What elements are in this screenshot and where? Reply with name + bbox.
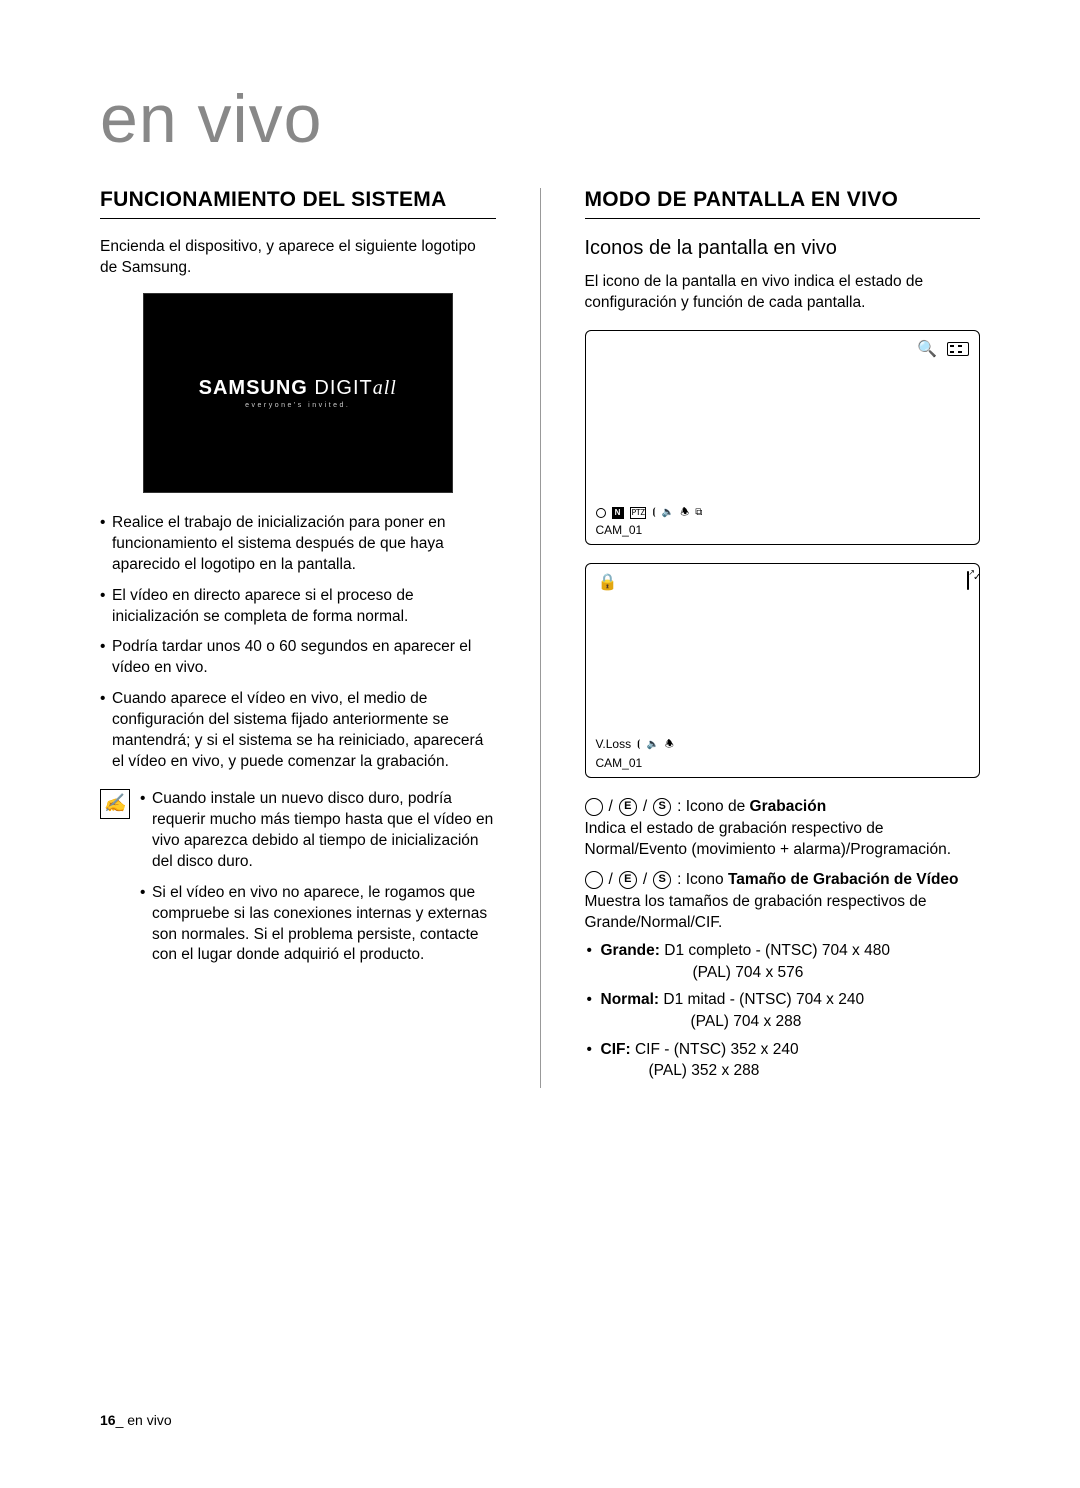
- record-indicator-icon: [596, 508, 606, 518]
- speaker-icon: 🔈: [646, 738, 658, 752]
- size-circle-icon: [585, 871, 603, 889]
- speaker-icon: 🔈: [662, 506, 674, 520]
- record-circle-icon: [585, 798, 603, 816]
- bullet-item: Realice el trabajo de inicialización par…: [100, 513, 496, 576]
- size-grande: Grande: D1 completo - (NTSC) 704 x 480 (…: [585, 940, 981, 983]
- size-normal-pal: (PAL) 704 x 288: [601, 1011, 981, 1033]
- column-divider: [540, 188, 541, 1088]
- live-screen-diagram-1: 🔍 N PTZ ⦗ 🔈 🕭 ⧉ CAM_01: [585, 330, 981, 545]
- legend-slash: /: [643, 796, 647, 818]
- lock-icon: 🔒: [598, 572, 618, 592]
- note-block: ✍ Cuando instale un nuevo disco duro, po…: [100, 789, 496, 976]
- bullet-item: Podría tardar unos 40 o 60 segundos en a…: [100, 637, 496, 679]
- splash-brand-digit: DIGIT: [308, 377, 373, 399]
- sound-wave-icon: ⦗: [637, 738, 640, 752]
- splash-brand-all: all: [373, 377, 397, 399]
- ptz-icon: PTZ: [630, 507, 647, 520]
- bullet-item: El vídeo en directo aparece si el proces…: [100, 586, 496, 628]
- record-e-icon: E: [619, 798, 637, 816]
- subsection-heading-iconos: Iconos de la pantalla en vivo: [585, 237, 981, 260]
- size-n-icon: N: [612, 507, 624, 519]
- page-title: en vivo: [100, 80, 980, 158]
- size-cif-pal: (PAL) 352 x 288: [601, 1060, 981, 1082]
- legend-slash: /: [609, 796, 613, 818]
- column-right: MODO DE PANTALLA EN VIVO Iconos de la pa…: [585, 188, 981, 1088]
- size-cif: CIF: CIF - (NTSC) 352 x 240 (PAL) 352 x …: [585, 1039, 981, 1082]
- column-left: FUNCIONAMIENTO DEL SISTEMA Encienda el d…: [100, 188, 496, 1088]
- record-s-icon: S: [653, 798, 671, 816]
- alarm-icon: 🕭: [680, 506, 689, 520]
- alarm-icon: 🕭: [665, 738, 674, 752]
- screen1-top-right-icons: 🔍: [917, 339, 969, 359]
- zoom-icon: 🔍: [917, 339, 937, 359]
- splash-brand: SAMSUNG DIGITall: [199, 377, 397, 400]
- legend-recording-label: : Icono de Grabación: [677, 796, 826, 818]
- legend-size-row: / E / S : Icono Tamaño de Grabación de V…: [585, 869, 981, 891]
- sound-wave-icon: ⦗: [652, 506, 655, 520]
- size-normal: Normal: D1 mitad - (NTSC) 704 x 240 (PAL…: [585, 989, 981, 1032]
- legend-slash: /: [643, 869, 647, 891]
- legend-slash: /: [609, 869, 613, 891]
- screen2-status-icon-row: V.Loss ⦗ 🔈 🕭: [596, 736, 674, 752]
- note-item: Cuando instale un nuevo disco duro, podr…: [140, 789, 496, 873]
- live-screen-diagram-2: 🔒 ↗ V.Loss ⦗ 🔈 🕭 CAM_01: [585, 563, 981, 778]
- section-heading-funcionamiento: FUNCIONAMIENTO DEL SISTEMA: [100, 188, 496, 219]
- screen2-bottom-overlay: V.Loss ⦗ 🔈 🕭 CAM_01: [596, 736, 674, 770]
- iconos-description: El icono de la pantalla en vivo indica e…: [585, 272, 981, 314]
- legend-recording-desc: Indica el estado de grabación respectivo…: [585, 818, 981, 861]
- freeze-icon: ⧉: [695, 506, 702, 520]
- bullet-item: Cuando aparece el vídeo en vivo, el medi…: [100, 689, 496, 773]
- size-list: Grande: D1 completo - (NTSC) 704 x 480 (…: [585, 940, 981, 1082]
- size-grande-pal: (PAL) 704 x 576: [601, 962, 981, 984]
- section-heading-modo: MODO DE PANTALLA EN VIVO: [585, 188, 981, 219]
- footer-separator: _: [116, 1412, 128, 1428]
- two-column-layout: FUNCIONAMIENTO DEL SISTEMA Encienda el d…: [100, 188, 980, 1088]
- screen2-top-right-icons: ↗: [967, 572, 969, 590]
- intro-text: Encienda el dispositivo, y aparece el si…: [100, 237, 496, 279]
- vloss-label: V.Loss: [596, 736, 632, 752]
- legend-size-desc: Muestra los tamaños de grabación respect…: [585, 891, 981, 934]
- screen1-bottom-overlay: N PTZ ⦗ 🔈 🕭 ⧉ CAM_01: [596, 506, 703, 538]
- page-number: 16: [100, 1412, 116, 1428]
- legend-size-label: : Icono Tamaño de Grabación de Vídeo: [677, 869, 958, 891]
- keyboard-icon: [947, 342, 969, 356]
- note-item: Si el vídeo en vivo no aparece, le rogam…: [140, 883, 496, 967]
- screen1-cam-label: CAM_01: [596, 522, 703, 538]
- screen2-cam-label: CAM_01: [596, 755, 674, 771]
- footer-section-label: en vivo: [127, 1412, 171, 1428]
- size-s-icon: S: [653, 871, 671, 889]
- size-e-icon: E: [619, 871, 637, 889]
- splash-brand-samsung: SAMSUNG: [199, 377, 308, 399]
- funcionamiento-bullet-list: Realice el trabajo de inicialización par…: [100, 513, 496, 773]
- splash-tagline: everyone's invited.: [245, 402, 350, 409]
- legend-recording-row: / E / S : Icono de Grabación: [585, 796, 981, 818]
- note-list: Cuando instale un nuevo disco duro, podr…: [140, 789, 496, 976]
- icon-legend: / E / S : Icono de Grabación Indica el e…: [585, 796, 981, 1082]
- monitor-check-icon: ↗: [967, 572, 969, 590]
- note-icon: ✍: [100, 789, 130, 819]
- screen1-status-icon-row: N PTZ ⦗ 🔈 🕭 ⧉: [596, 506, 703, 520]
- page-footer: 16_ en vivo: [100, 1412, 172, 1428]
- samsung-splash-screen: SAMSUNG DIGITall everyone's invited.: [143, 293, 453, 493]
